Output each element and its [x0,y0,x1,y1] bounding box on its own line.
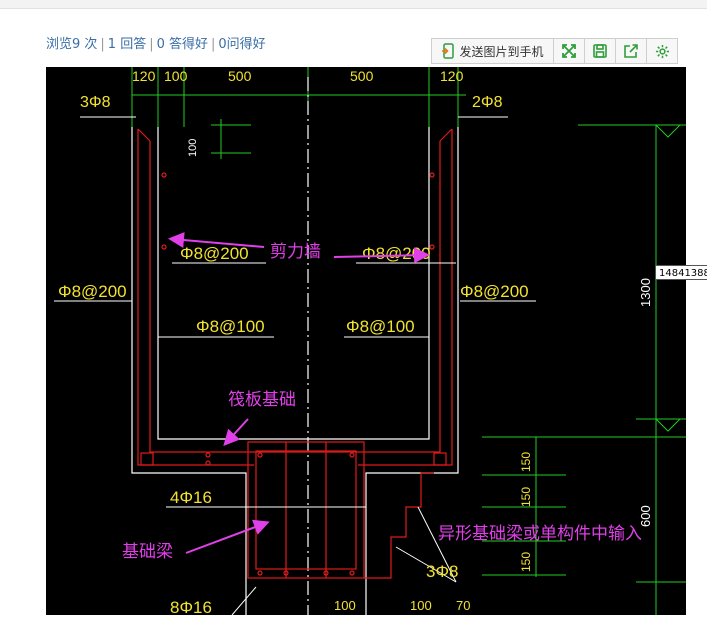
stats-separator: | [211,37,216,52]
views-count[interactable]: 浏览9 次 [46,37,97,52]
distribution-left: Φ8@100 [196,317,265,336]
settings-button[interactable] [646,38,678,64]
question-stats: 浏览9 次 | 1 回答 | 0 答得好 | 0问得好 [46,33,266,52]
expand-button[interactable] [553,38,585,64]
shear-wall-label: 剪力墙 [270,242,321,261]
red-rebar [137,128,453,579]
rebar-left-top: 3Φ8 [80,94,111,111]
dim-top-bar: 100 [187,139,199,157]
dim-right-big: 1300 [638,278,653,307]
dim-bottom-1: 100 [334,598,356,613]
dim-top-3: 500 [228,68,252,84]
white-outline [131,77,459,615]
stirrup-left-inner: Φ8@200 [180,244,249,263]
save-button[interactable] [584,38,616,64]
rebar-right-top: 2Φ8 [472,94,503,111]
share-icon [624,44,638,58]
stats-separator: | [149,37,154,52]
send-to-phone-icon [442,43,455,59]
send-to-phone-label: 发送图片到手机 [459,44,544,59]
good-answers-count[interactable]: 0 答得好 [157,37,208,52]
dim-top-5: 120 [440,68,464,84]
dim-top-1: 120 [132,68,156,84]
send-to-phone-button[interactable]: 发送图片到手机 [431,38,554,64]
settings-icon [655,44,669,58]
dim-side-1: 150 [519,452,533,472]
stats-separator: | [100,37,105,52]
magenta-labels: 剪力墙 筏板基础 基础梁 异形基础梁或单构件中输入 [122,232,642,561]
dim-top-4: 500 [350,68,374,84]
stirrup-left-outer: Φ8@200 [58,282,127,301]
dim-bottom-3: 70 [456,598,470,613]
special-beam-label: 异形基础梁或单构件中输入 [438,524,642,543]
dim-side-3: 150 [519,552,533,572]
image-toolbar: 发送图片到手机 [431,38,678,64]
bottom-rebar: 3Φ8 [426,562,458,581]
expand-icon [562,44,576,58]
top-divider [0,0,707,9]
side-user-tag[interactable]: 148413882 [655,265,707,280]
dim-top-2: 100 [164,68,188,84]
save-icon [593,44,607,58]
question-image[interactable]: 120 100 500 500 120 100 3Φ8 2Φ8 Φ8@200 Φ… [46,67,686,615]
stirrup-right-inner: Φ8@200 [362,244,431,263]
share-button[interactable] [615,38,647,64]
dim-side-2: 150 [519,487,533,507]
good-questions-count[interactable]: 0问得好 [218,37,265,52]
distribution-right: Φ8@100 [346,317,415,336]
foundation-beam-label: 基础梁 [122,542,173,561]
stirrup-right-outer: Φ8@200 [460,282,529,301]
dim-bottom-2: 100 [410,598,432,613]
beam-top-rebar: 4Φ16 [170,488,212,507]
answers-count[interactable]: 1 回答 [108,37,146,52]
bottom-left-rebar: 8Φ16 [170,598,212,615]
raft-foundation-label: 筏板基础 [228,390,296,409]
